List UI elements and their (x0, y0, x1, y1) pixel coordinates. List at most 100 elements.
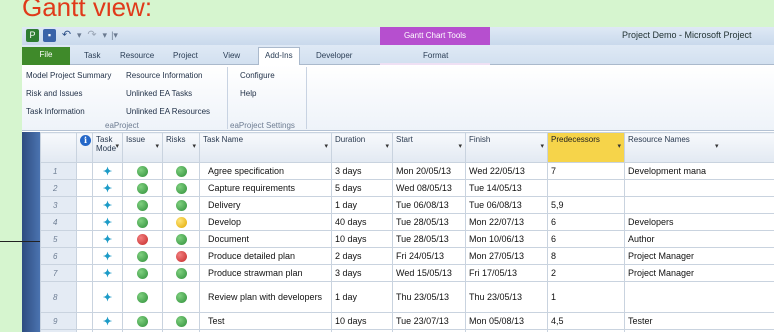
task-name-cell[interactable]: Document (199, 230, 332, 248)
resource-names-cell[interactable] (624, 281, 774, 313)
start-cell[interactable]: Wed 15/05/13 (392, 264, 466, 282)
task-mode-cell[interactable]: ✦ (92, 162, 123, 180)
undo-dropdown-icon[interactable]: ▾ (77, 29, 82, 42)
row-id[interactable]: 1 (40, 162, 77, 180)
task-name-cell[interactable]: Agree specification (199, 162, 332, 180)
resource-names-cell[interactable]: Author (624, 230, 774, 248)
resource-names-cell[interactable] (624, 179, 774, 197)
tab-developer[interactable]: Developer (310, 48, 358, 64)
finish-cell[interactable]: Mon 27/05/13 (465, 247, 548, 265)
chevron-down-icon[interactable]: ▾ (115, 142, 119, 150)
duration-cell[interactable]: 10 days (331, 312, 393, 330)
tab-format[interactable]: Format (417, 48, 454, 64)
issue-cell[interactable] (122, 264, 163, 282)
row-id[interactable]: 7 (40, 264, 77, 282)
row-id[interactable]: 3 (40, 196, 77, 214)
chevron-down-icon[interactable]: ▾ (192, 142, 196, 150)
resource-names-cell[interactable]: Development mana (624, 162, 774, 180)
predecessors-cell[interactable]: 4,5 (547, 312, 625, 330)
chevron-down-icon[interactable]: ▾ (155, 142, 159, 150)
risk-cell[interactable] (162, 179, 200, 197)
resource-names-cell[interactable] (624, 196, 774, 214)
risk-cell[interactable] (162, 230, 200, 248)
finish-cell[interactable]: Mon 10/06/13 (465, 230, 548, 248)
unlinked-ea-tasks-button[interactable]: Unlinked EA Tasks (126, 89, 192, 98)
issue-cell[interactable] (122, 312, 163, 330)
start-cell[interactable]: Wed 08/05/13 (392, 179, 466, 197)
row-id[interactable]: 8 (40, 281, 77, 313)
chevron-down-icon[interactable]: ▾ (385, 142, 389, 150)
task-name-cell[interactable]: Produce strawman plan (199, 264, 332, 282)
row-id[interactable]: 4 (40, 213, 77, 231)
finish-cell[interactable]: Tue 14/05/13 (465, 179, 548, 197)
task-mode-cell[interactable]: ✦ (92, 213, 123, 231)
column-header-resource-names[interactable]: Resource Names ▾ (624, 132, 774, 163)
predecessors-cell[interactable]: 7 (547, 162, 625, 180)
resource-names-cell[interactable]: Developers (624, 213, 774, 231)
tab-project[interactable]: Project (167, 48, 204, 64)
unlinked-ea-resources-button[interactable]: Unlinked EA Resources (126, 107, 210, 116)
duration-cell[interactable]: 3 days (331, 162, 393, 180)
table-row[interactable]: 7 ✦ Produce strawman plan 3 days Wed 15/05/1… (40, 264, 774, 282)
table-row[interactable]: 3 ✦ Delivery 1 day Tue 06/08/13 Tue 06/08/13 5… (40, 196, 774, 214)
table-row[interactable]: 2 ✦ Capture requirements 5 days Wed 08/05/13… (40, 179, 774, 197)
finish-cell[interactable]: Fri 17/05/13 (465, 264, 548, 282)
task-mode-cell[interactable]: ✦ (92, 230, 123, 248)
finish-cell[interactable]: Wed 22/05/13 (465, 162, 548, 180)
row-id[interactable]: 2 (40, 179, 77, 197)
task-mode-cell[interactable]: ✦ (92, 247, 123, 265)
finish-cell[interactable]: Tue 06/08/13 (465, 196, 548, 214)
undo-icon[interactable]: ↶ (60, 29, 73, 42)
table-row[interactable]: 1 ✦ Agree specification 3 days Mon 20/05/13 W… (40, 162, 774, 180)
risk-cell[interactable] (162, 264, 200, 282)
predecessors-cell[interactable]: 6 (547, 213, 625, 231)
predecessors-cell[interactable]: 8 (547, 247, 625, 265)
finish-cell[interactable]: Thu 23/05/13 (465, 281, 548, 313)
predecessors-cell[interactable] (547, 179, 625, 197)
risk-cell[interactable] (162, 247, 200, 265)
configure-button[interactable]: Configure (240, 71, 275, 80)
redo-icon[interactable]: ↷ (86, 29, 99, 42)
task-mode-cell[interactable]: ✦ (92, 179, 123, 197)
column-header-finish[interactable]: Finish ▾ (465, 132, 548, 163)
chevron-down-icon[interactable]: ▾ (715, 142, 719, 150)
start-cell[interactable]: Tue 23/07/13 (392, 312, 466, 330)
task-mode-cell[interactable]: ✦ (92, 312, 123, 330)
resource-information-button[interactable]: Resource Information (126, 71, 202, 80)
duration-cell[interactable]: 2 days (331, 247, 393, 265)
chevron-down-icon[interactable]: ▾ (324, 142, 328, 150)
view-bar[interactable] (22, 132, 40, 332)
task-name-cell[interactable]: Produce detailed plan (199, 247, 332, 265)
finish-cell[interactable]: Mon 22/07/13 (465, 213, 548, 231)
start-cell[interactable]: Mon 20/05/13 (392, 162, 466, 180)
table-row[interactable]: 5 ✦ Document 10 days Tue 28/05/13 Mon 10/06/1… (40, 230, 774, 248)
row-id[interactable]: 9 (40, 312, 77, 330)
task-mode-cell[interactable]: ✦ (92, 264, 123, 282)
redo-dropdown-icon[interactable]: ▾ (103, 29, 108, 42)
chevron-down-icon[interactable]: ▾ (540, 142, 544, 150)
predecessors-cell[interactable]: 6 (547, 230, 625, 248)
task-name-cell[interactable]: Review plan with developers (199, 281, 332, 313)
duration-cell[interactable]: 5 days (331, 179, 393, 197)
predecessors-cell[interactable]: 5,9 (547, 196, 625, 214)
resource-names-cell[interactable]: Project Manager (624, 264, 774, 282)
predecessors-cell[interactable]: 2 (547, 264, 625, 282)
indicators-header[interactable]: i (76, 132, 93, 163)
issue-cell[interactable] (122, 247, 163, 265)
duration-cell[interactable]: 1 day (331, 281, 393, 313)
table-row[interactable]: 4 ✦ Develop 40 days Tue 28/05/13 Mon 22/07/13… (40, 213, 774, 231)
resource-names-cell[interactable]: Tester (624, 312, 774, 330)
duration-cell[interactable]: 40 days (331, 213, 393, 231)
row-id[interactable]: 5 (40, 230, 77, 248)
risk-cell[interactable] (162, 281, 200, 313)
chevron-down-icon[interactable]: ▾ (617, 142, 621, 150)
column-header-start[interactable]: Start ▾ (392, 132, 466, 163)
table-row[interactable]: 9 ✦ Test 10 days Tue 23/07/13 Mon 05/08/13 4,5… (40, 312, 774, 330)
tab-task[interactable]: Task (78, 48, 106, 64)
risk-cell[interactable] (162, 162, 200, 180)
model-project-summary-button[interactable]: Model Project Summary (26, 71, 111, 80)
predecessors-cell[interactable]: 1 (547, 281, 625, 313)
task-name-cell[interactable]: Develop (199, 213, 332, 231)
task-name-cell[interactable]: Test (199, 312, 332, 330)
duration-cell[interactable]: 3 days (331, 264, 393, 282)
